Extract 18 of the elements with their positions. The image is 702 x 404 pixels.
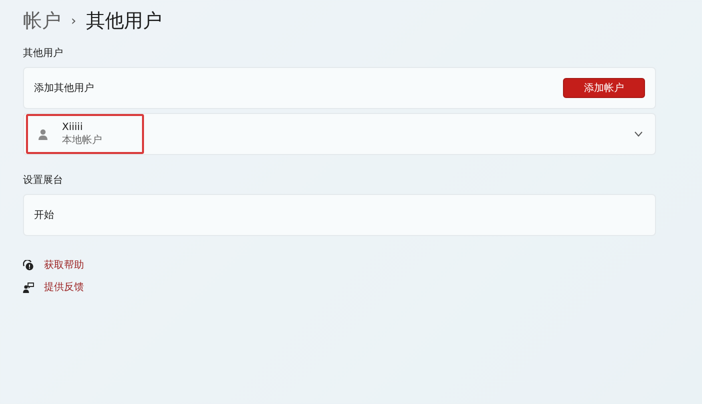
account-type: 本地帐户 bbox=[62, 134, 102, 146]
card-label: 开始 bbox=[34, 209, 54, 222]
help-icon bbox=[23, 260, 34, 270]
section-title: 其他用户 bbox=[23, 46, 64, 60]
section-title: 设置展台 bbox=[23, 174, 64, 187]
link[interactable]: 提供反馈 bbox=[44, 280, 84, 294]
add-account-button[interactable]: 添加帐户 bbox=[563, 78, 645, 98]
feedback-icon bbox=[23, 282, 34, 292]
breadcrumb-parent[interactable]: 帐户 bbox=[23, 8, 61, 34]
chevron-icon[interactable] bbox=[634, 131, 643, 137]
page-title: 其他用户 bbox=[86, 9, 162, 34]
card-label: 添加其他用户 bbox=[34, 82, 94, 95]
user-name: Xiiiii bbox=[62, 122, 84, 132]
user-card[interactable]: Xiiiii 本地帐户 bbox=[23, 113, 656, 155]
link[interactable]: 获取帮助 bbox=[44, 258, 84, 272]
settings-card[interactable]: 开始 bbox=[23, 194, 656, 236]
breadcrumb-separator: › bbox=[71, 14, 76, 28]
person-icon bbox=[38, 128, 48, 140]
